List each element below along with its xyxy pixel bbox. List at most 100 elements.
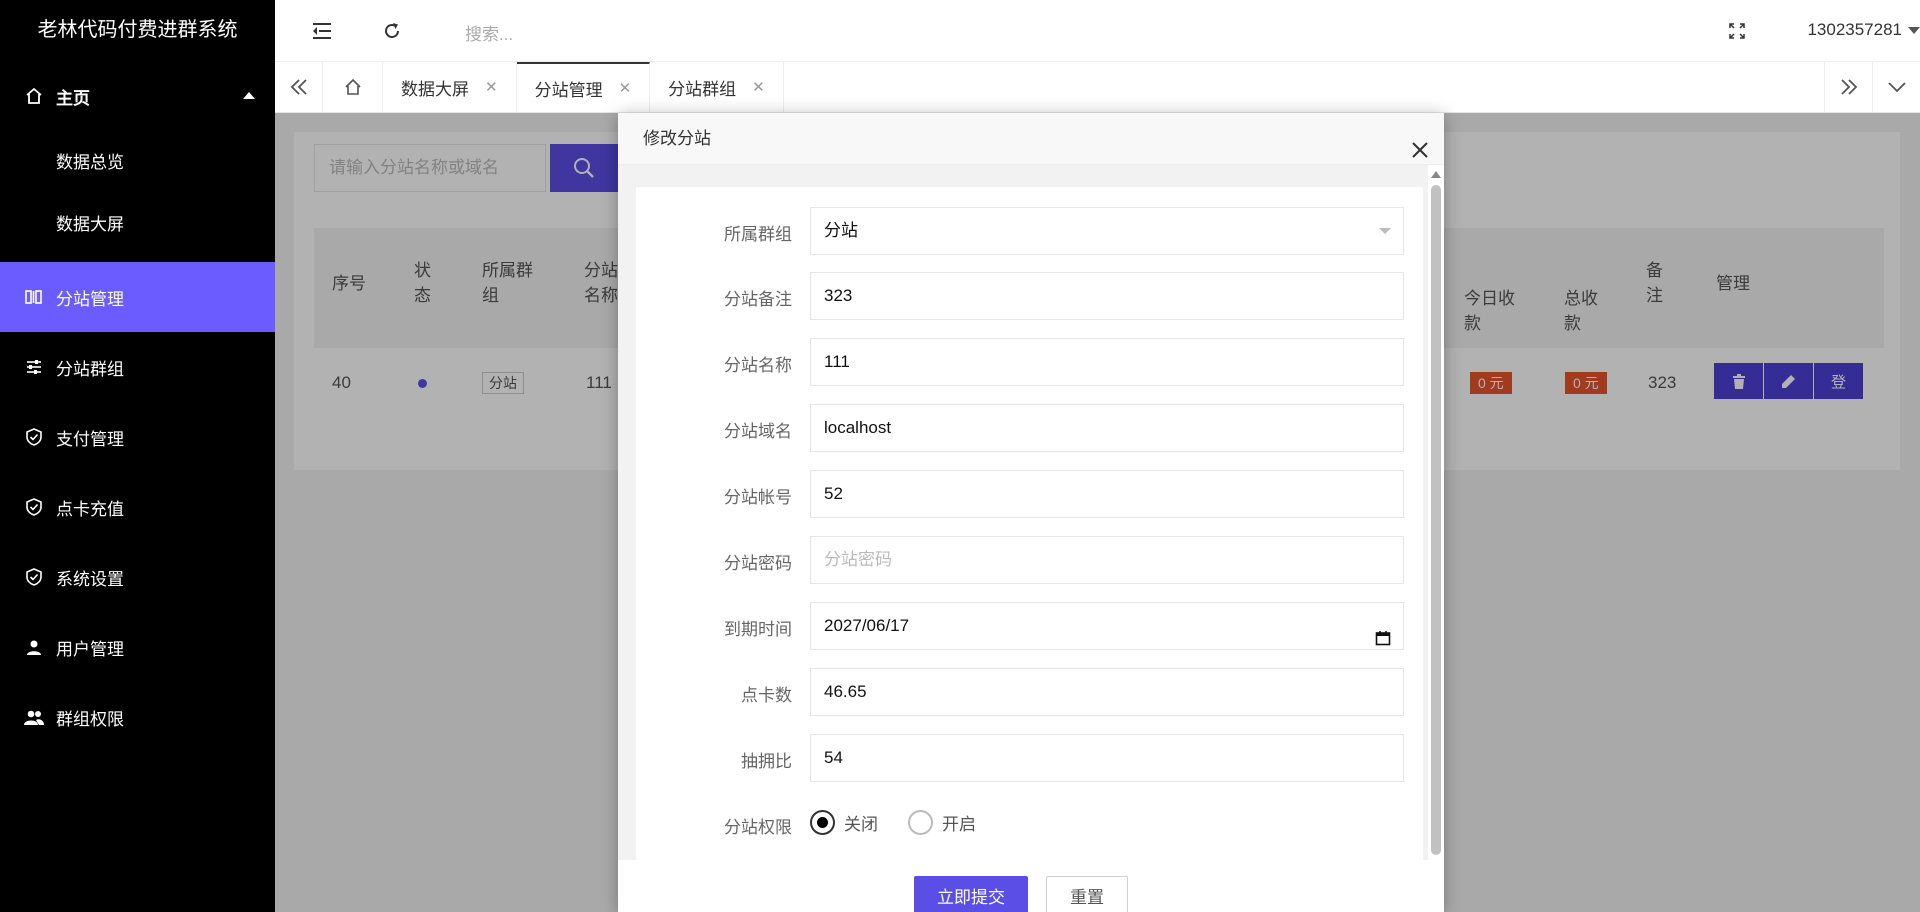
row-permission: 分站权限 关闭 开启 (636, 800, 1423, 848)
remark-input[interactable]: 323 (810, 272, 1404, 320)
fullscreen-icon[interactable] (1724, 18, 1750, 44)
expire-date-input[interactable]: 2027/06/17 (810, 602, 1404, 650)
dialog-header: 修改分站 (618, 113, 1444, 165)
sliders-icon (24, 357, 44, 377)
radio-on[interactable] (908, 810, 933, 835)
date-value: 2027/06/17 (824, 616, 910, 635)
columns-icon (24, 287, 44, 307)
sidebar-item-substation-group[interactable]: 分站群组 (0, 332, 275, 402)
shield-check-icon (24, 567, 44, 587)
substation-form: 所属群组 分站 分站备注 323 分站名称 111 分站域名 localhost… (636, 187, 1423, 860)
dialog-scrollbar[interactable] (1431, 171, 1441, 858)
tabs-scroll-right-icon[interactable] (1824, 62, 1872, 112)
field-label: 所属群组 (724, 225, 792, 244)
tab-bigscreen[interactable]: 数据大屏 ✕ (383, 62, 517, 112)
tabs-scroll-left-icon[interactable] (275, 62, 323, 112)
sidebar-subitem-overview[interactable]: 数据总览 (0, 132, 275, 194)
name-input[interactable]: 111 (810, 338, 1404, 386)
tabs-more-icon[interactable] (1872, 62, 1920, 112)
users-icon (24, 707, 44, 727)
sidebar-item-label: 系统设置 (56, 569, 124, 589)
commission-input[interactable]: 54 (810, 734, 1404, 782)
top-header: 搜索... 1302357281 (275, 0, 1920, 62)
field-label: 分站域名 (724, 422, 792, 441)
group-select[interactable]: 分站 (810, 207, 1404, 255)
sidebar-item-recharge[interactable]: 点卡充值 (0, 472, 275, 542)
menu-collapse-icon[interactable] (309, 18, 335, 44)
tab-substation-manage[interactable]: 分站管理 ✕ (516, 62, 651, 112)
sidebar-item-label: 支付管理 (56, 429, 124, 449)
caret-down-icon (1908, 26, 1920, 34)
shield-check-icon (24, 427, 44, 447)
account-input[interactable]: 52 (810, 470, 1404, 518)
home-icon (24, 86, 44, 106)
field-label: 抽拥比 (741, 752, 792, 771)
field-label: 点卡数 (741, 686, 792, 705)
chevron-down-icon (1379, 228, 1391, 234)
sidebar-subitem-bigscreen[interactable]: 数据大屏 (0, 194, 275, 256)
edit-substation-dialog: 修改分站 所属群组 分站 分站备注 323 分站名称 111 分站域名 loca… (618, 113, 1444, 912)
close-icon[interactable]: ✕ (619, 79, 632, 97)
sidebar: 老林代码付费进群系统 主页 数据总览 数据大屏 分站管理 分站群组 支付管理 点… (0, 0, 275, 912)
dialog-body: 所属群组 分站 分站备注 323 分站名称 111 分站域名 localhost… (618, 165, 1428, 860)
header-search-input[interactable]: 搜索... (465, 20, 513, 45)
radio-label[interactable]: 开启 (942, 810, 976, 835)
close-icon[interactable]: ✕ (752, 78, 765, 96)
password-input[interactable]: 分站密码 (810, 536, 1404, 584)
dialog-title: 修改分站 (643, 129, 711, 148)
row-password: 分站密码 分站密码 (636, 536, 1423, 584)
row-points: 点卡数 46.65 (636, 668, 1423, 716)
sidebar-item-group-permission[interactable]: 群组权限 (0, 682, 275, 752)
sidebar-item-label: 分站群组 (56, 359, 124, 379)
select-value: 分站 (824, 221, 858, 240)
reset-button[interactable]: 重置 (1046, 876, 1128, 912)
submit-button[interactable]: 立即提交 (914, 876, 1028, 912)
close-icon[interactable] (1410, 129, 1430, 158)
sidebar-item-home[interactable]: 主页 (0, 60, 275, 132)
sidebar-item-users[interactable]: 用户管理 (0, 612, 275, 682)
radio-label[interactable]: 关闭 (844, 810, 878, 835)
row-group: 所属群组 分站 (636, 207, 1423, 255)
row-remark: 分站备注 323 (636, 272, 1423, 320)
sidebar-item-label: 分站管理 (56, 289, 124, 309)
tab-label: 分站群组 (668, 79, 737, 99)
refresh-icon[interactable] (379, 18, 405, 44)
calendar-icon[interactable] (1375, 618, 1391, 664)
row-account: 分站帐号 52 (636, 470, 1423, 518)
field-label: 分站备注 (724, 290, 792, 309)
field-label: 分站权限 (724, 818, 792, 837)
close-icon[interactable]: ✕ (485, 78, 498, 96)
username: 1302357281 (1807, 20, 1902, 39)
sidebar-item-settings[interactable]: 系统设置 (0, 542, 275, 612)
caret-up-icon (243, 92, 255, 99)
row-expire: 到期时间 2027/06/17 (636, 602, 1423, 650)
tab-bar: 数据大屏 ✕ 分站管理 ✕ 分站群组 ✕ (275, 62, 1920, 113)
row-domain: 分站域名 localhost (636, 404, 1423, 452)
row-name: 分站名称 111 (636, 338, 1423, 386)
domain-input[interactable]: localhost (810, 404, 1404, 452)
field-label: 分站密码 (724, 554, 792, 573)
sidebar-item-payment[interactable]: 支付管理 (0, 402, 275, 472)
app-title: 老林代码付费进群系统 (37, 19, 238, 41)
row-commission: 抽拥比 54 (636, 734, 1423, 782)
field-label: 到期时间 (724, 620, 792, 639)
scroll-up-icon[interactable] (1431, 171, 1441, 178)
radio-off[interactable] (810, 810, 835, 835)
field-label: 分站名称 (724, 356, 792, 375)
scroll-thumb[interactable] (1431, 185, 1441, 855)
field-label: 分站帐号 (724, 488, 792, 507)
permission-radio-group: 关闭 开启 (810, 810, 1006, 835)
dialog-footer: 立即提交 重置 (618, 860, 1444, 912)
points-input[interactable]: 46.65 (810, 668, 1404, 716)
user-menu[interactable]: 1302357281 (1807, 20, 1920, 40)
sidebar-item-label: 用户管理 (56, 639, 124, 659)
sidebar-item-label: 群组权限 (56, 709, 124, 729)
user-icon (24, 637, 44, 657)
tab-substation-group[interactable]: 分站群组 ✕ (650, 62, 784, 112)
tab-label: 分站管理 (534, 80, 603, 100)
sidebar-item-label: 主页 (56, 88, 90, 108)
sidebar-item-substation[interactable]: 分站管理 (0, 262, 275, 332)
tab-home-icon[interactable] (323, 62, 383, 112)
sidebar-item-label: 点卡充值 (56, 499, 124, 519)
shield-check-icon (24, 497, 44, 517)
